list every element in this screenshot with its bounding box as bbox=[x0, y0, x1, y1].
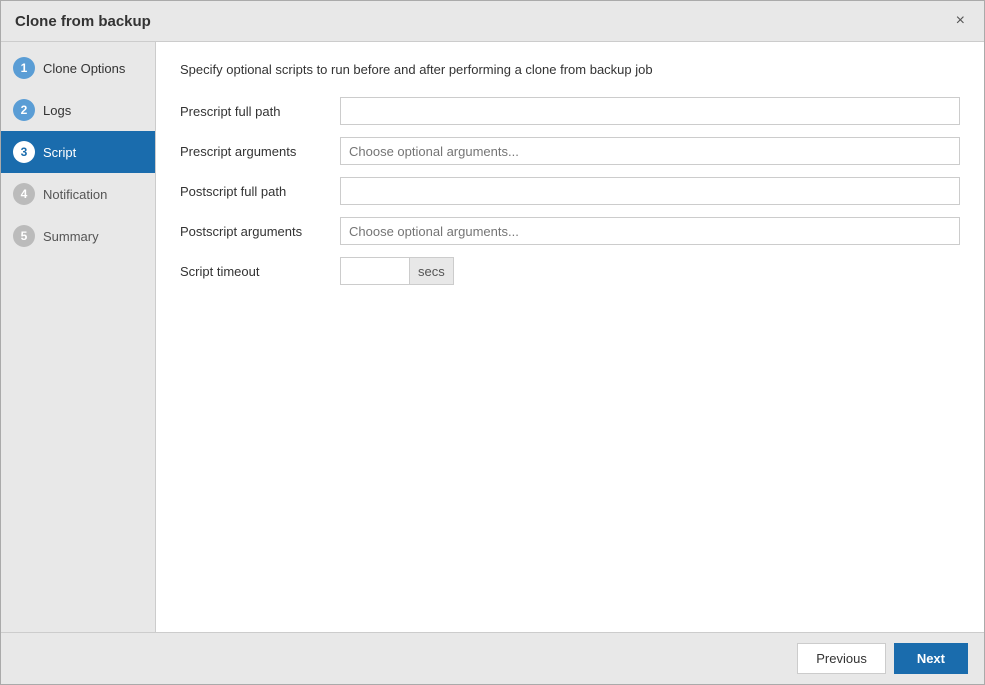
sidebar-label-script: Script bbox=[43, 145, 76, 160]
dialog-footer: Previous Next bbox=[1, 632, 984, 684]
sidebar-label-clone-options: Clone Options bbox=[43, 61, 125, 76]
prescript-fullpath-row: Prescript full path bbox=[180, 97, 960, 125]
sidebar-label-notification: Notification bbox=[43, 187, 107, 202]
sidebar-item-notification[interactable]: 4 Notification bbox=[1, 173, 155, 215]
step-number-3: 3 bbox=[13, 141, 35, 163]
dialog-title: Clone from backup bbox=[15, 13, 151, 30]
sidebar-label-logs: Logs bbox=[43, 103, 71, 118]
prescript-fullpath-label: Prescript full path bbox=[180, 104, 340, 119]
postscript-fullpath-input[interactable] bbox=[340, 177, 960, 205]
script-timeout-label: Script timeout bbox=[180, 264, 340, 279]
script-timeout-row: Script timeout 60 secs bbox=[180, 257, 960, 285]
sidebar-item-script[interactable]: 3 Script bbox=[1, 131, 155, 173]
sidebar-item-summary[interactable]: 5 Summary bbox=[1, 215, 155, 257]
prescript-arguments-input[interactable] bbox=[340, 137, 960, 165]
postscript-arguments-row: Postscript arguments bbox=[180, 217, 960, 245]
next-button[interactable]: Next bbox=[894, 643, 968, 674]
postscript-arguments-input[interactable] bbox=[340, 217, 960, 245]
prescript-arguments-row: Prescript arguments bbox=[180, 137, 960, 165]
clone-from-backup-dialog: Clone from backup × 1 Clone Options 2 Lo… bbox=[0, 0, 985, 685]
dialog-body: 1 Clone Options 2 Logs 3 Script 4 Notifi… bbox=[1, 42, 984, 632]
sidebar-label-summary: Summary bbox=[43, 229, 99, 244]
step-number-1: 1 bbox=[13, 57, 35, 79]
previous-button[interactable]: Previous bbox=[797, 643, 886, 674]
main-description: Specify optional scripts to run before a… bbox=[180, 62, 960, 77]
postscript-fullpath-label: Postscript full path bbox=[180, 184, 340, 199]
step-number-4: 4 bbox=[13, 183, 35, 205]
form-section: Prescript full path Prescript arguments … bbox=[180, 97, 960, 285]
step-number-2: 2 bbox=[13, 99, 35, 121]
prescript-fullpath-input[interactable] bbox=[340, 97, 960, 125]
postscript-arguments-label: Postscript arguments bbox=[180, 224, 340, 239]
postscript-fullpath-row: Postscript full path bbox=[180, 177, 960, 205]
step-number-5: 5 bbox=[13, 225, 35, 247]
timeout-unit-label: secs bbox=[410, 257, 454, 285]
sidebar-item-clone-options[interactable]: 1 Clone Options bbox=[1, 47, 155, 89]
script-timeout-input[interactable]: 60 bbox=[340, 257, 410, 285]
dialog-header: Clone from backup × bbox=[1, 1, 984, 42]
sidebar-item-logs[interactable]: 2 Logs bbox=[1, 89, 155, 131]
prescript-arguments-label: Prescript arguments bbox=[180, 144, 340, 159]
close-button[interactable]: × bbox=[951, 11, 970, 31]
sidebar: 1 Clone Options 2 Logs 3 Script 4 Notifi… bbox=[1, 42, 156, 632]
main-content: Specify optional scripts to run before a… bbox=[156, 42, 984, 632]
